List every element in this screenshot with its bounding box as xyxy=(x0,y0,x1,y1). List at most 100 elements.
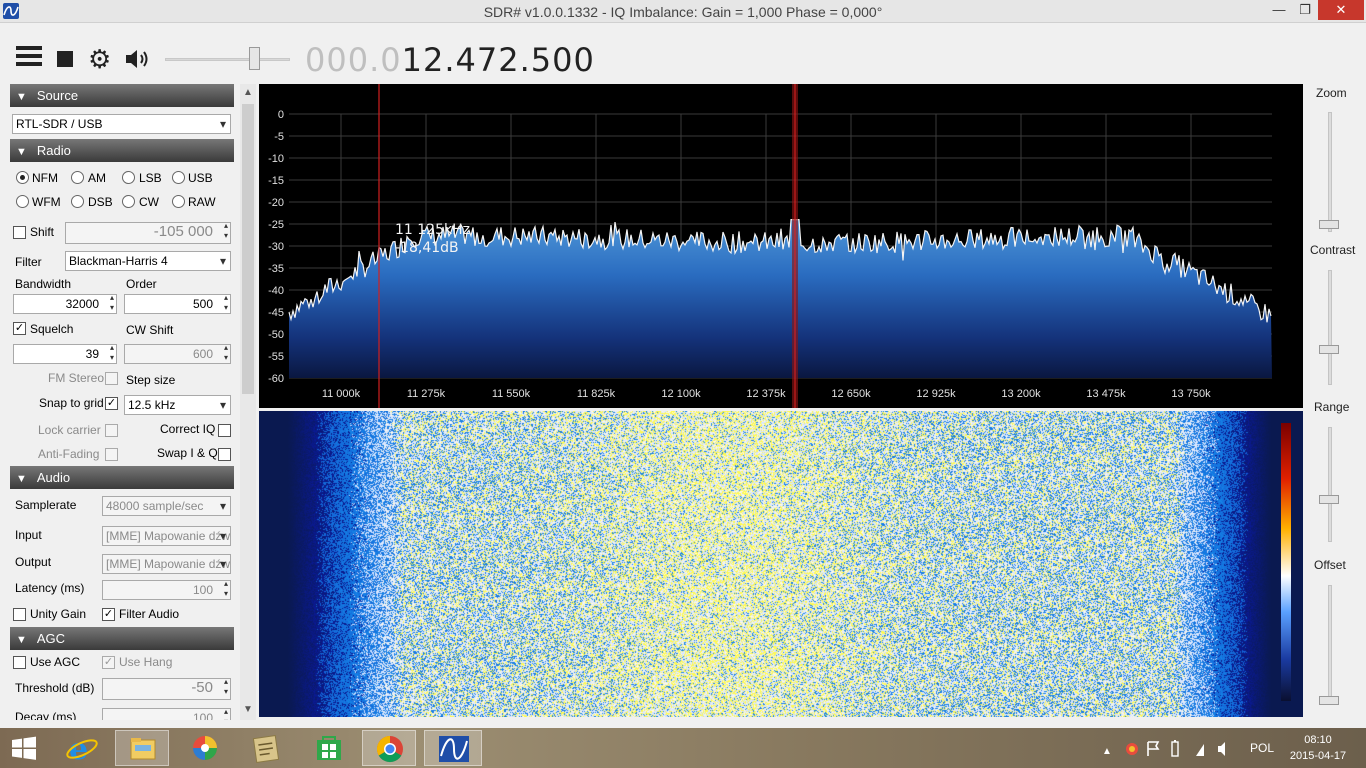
squelch-checkbox[interactable]: ✓ xyxy=(13,322,26,335)
samplerate-label: Samplerate xyxy=(15,498,77,512)
notes-app-icon[interactable] xyxy=(240,730,294,766)
latency-input[interactable]: 100 xyxy=(102,579,231,600)
mode-usb-label[interactable]: USB xyxy=(188,171,213,185)
audio-input-select[interactable]: [MME] Mapowanie dźw xyxy=(102,526,231,546)
control-panel-scrollbar[interactable]: ▲ ▼ xyxy=(240,84,256,720)
windows-start-button[interactable] xyxy=(0,730,54,766)
gear-icon[interactable]: ⚙ xyxy=(88,46,114,72)
mode-am-label[interactable]: AM xyxy=(88,171,106,185)
mode-nfm-radio[interactable] xyxy=(16,171,29,184)
order-input[interactable]: 500 xyxy=(124,293,231,314)
swapiq-checkbox[interactable] xyxy=(218,448,231,461)
x-tick-label: 11 000k xyxy=(322,388,361,400)
mode-raw-label[interactable]: RAW xyxy=(188,195,216,209)
mode-raw-radio[interactable] xyxy=(172,195,185,208)
cwshift-input[interactable]: 600 xyxy=(124,343,231,364)
spectrum-analyzer[interactable]: 0 -5 -10 -15 -20 -25 -30 -35 -40 -45 -50 -55 -60 11 … xyxy=(259,84,1303,408)
scroll-up-icon[interactable]: ▲ xyxy=(240,87,256,98)
range-slider-track[interactable] xyxy=(1328,427,1332,542)
y-tick-label: -15 xyxy=(268,175,284,187)
x-tick-label: 11 550k xyxy=(492,388,531,400)
agc-section-header[interactable]: ▼ AGC xyxy=(10,627,234,650)
source-section-header[interactable]: ▼ Source xyxy=(10,84,234,107)
frequency-dim-digits[interactable]: 000.0 xyxy=(305,41,402,79)
system-tray: ▲ xyxy=(1100,728,1250,768)
input-language-indicator[interactable]: POL xyxy=(1250,741,1274,755)
squelch-input[interactable]: 39 xyxy=(13,343,117,364)
stop-icon[interactable] xyxy=(57,51,73,67)
close-button[interactable]: ✕ xyxy=(1318,0,1364,20)
mode-usb-radio[interactable] xyxy=(172,171,185,184)
bandwidth-label: Bandwidth xyxy=(15,277,72,291)
step-size-select[interactable]: 12.5 kHz xyxy=(124,395,231,415)
decay-input[interactable]: 100 xyxy=(102,707,231,720)
waterfall-display[interactable] xyxy=(259,411,1303,717)
y-tick-label: 0 xyxy=(278,109,284,121)
source-header-label: Source xyxy=(36,88,79,103)
minimize-button[interactable]: — xyxy=(1265,0,1293,20)
chrome-icon[interactable] xyxy=(362,730,416,766)
offset-slider-thumb[interactable] xyxy=(1319,696,1339,705)
mode-wfm-label[interactable]: WFM xyxy=(32,195,61,209)
threshold-input[interactable]: -50 xyxy=(102,677,231,700)
unitygain-checkbox[interactable] xyxy=(13,608,26,621)
file-explorer-icon[interactable] xyxy=(115,730,169,766)
scroll-down-icon[interactable]: ▼ xyxy=(240,704,256,715)
mode-wfm-radio[interactable] xyxy=(16,195,29,208)
usehang-checkbox[interactable]: ✓ xyxy=(102,656,115,669)
mode-lsb-label[interactable]: LSB xyxy=(139,171,162,185)
collapse-triangle-icon: ▼ xyxy=(16,473,27,485)
audio-section-header[interactable]: ▼ Audio xyxy=(10,466,234,489)
title-bar: SDR# v1.0.0.1332 - IQ Imbalance: Gain = … xyxy=(0,0,1366,23)
offset-slider-track[interactable] xyxy=(1328,585,1332,703)
frequency-display[interactable]: 000.012.472.500 xyxy=(305,41,595,79)
mode-lsb-radio[interactable] xyxy=(122,171,135,184)
bandwidth-input[interactable]: 32000 xyxy=(13,293,117,314)
filter-select[interactable]: Blackman-Harris 4 xyxy=(65,251,231,271)
internet-explorer-icon[interactable]: e xyxy=(56,730,110,767)
frequency-digits[interactable]: 12.472.500 xyxy=(402,41,595,79)
radio-section-header[interactable]: ▼ Radio xyxy=(10,139,234,162)
zoom-slider-track[interactable] xyxy=(1328,112,1332,232)
mode-cw-radio[interactable] xyxy=(122,195,135,208)
y-tick-label: -30 xyxy=(268,241,284,253)
lockcarrier-checkbox[interactable] xyxy=(105,424,118,437)
collapse-triangle-icon: ▼ xyxy=(16,634,27,646)
samplerate-select[interactable]: 48000 sample/sec xyxy=(102,496,231,516)
antifading-label: Anti-Fading xyxy=(38,447,100,461)
audio-output-select[interactable]: [MME] Mapowanie dźw xyxy=(102,554,231,574)
range-slider-thumb[interactable] xyxy=(1319,495,1339,504)
shift-checkbox[interactable] xyxy=(13,226,26,239)
spectrum-plot[interactable]: 0 -5 -10 -15 -20 -25 -30 -35 -40 -45 -50 -55 -60 11 … xyxy=(259,84,1303,408)
fmstereo-checkbox[interactable] xyxy=(105,372,118,385)
contrast-slider-track[interactable] xyxy=(1328,270,1332,385)
color-app-icon[interactable] xyxy=(178,730,232,766)
y-tick-label: -60 xyxy=(268,373,284,385)
volume-slider[interactable] xyxy=(165,46,290,72)
menu-icon[interactable] xyxy=(16,46,42,68)
shift-input[interactable]: -105 000 xyxy=(65,221,231,244)
snap-to-grid-checkbox[interactable]: ✓ xyxy=(105,397,118,410)
zoom-slider-thumb[interactable] xyxy=(1319,220,1339,229)
mode-dsb-label[interactable]: DSB xyxy=(88,195,113,209)
scrollbar-thumb[interactable] xyxy=(242,104,254,394)
windows-store-icon[interactable] xyxy=(302,730,356,766)
mode-cw-label[interactable]: CW xyxy=(139,195,159,209)
taskbar-clock[interactable]: 08:10 2015-04-17 xyxy=(1286,732,1350,764)
mode-am-radio[interactable] xyxy=(71,171,84,184)
filteraudio-checkbox[interactable]: ✓ xyxy=(102,608,115,621)
sdrsharp-taskbar-icon[interactable] xyxy=(424,730,482,766)
volume-slider-thumb[interactable] xyxy=(249,47,260,70)
correctiq-checkbox[interactable] xyxy=(218,424,231,437)
range-label: Range xyxy=(1314,400,1350,414)
useagc-checkbox[interactable] xyxy=(13,656,26,669)
contrast-slider-thumb[interactable] xyxy=(1319,345,1339,354)
speaker-icon[interactable] xyxy=(124,47,152,71)
maximize-button[interactable]: ❐ xyxy=(1293,0,1317,20)
radio-header-label: Radio xyxy=(36,143,71,158)
threshold-label: Threshold (dB) xyxy=(15,681,95,695)
mode-dsb-radio[interactable] xyxy=(71,195,84,208)
antifading-checkbox[interactable] xyxy=(105,448,118,461)
source-device-select[interactable]: RTL-SDR / USB xyxy=(12,114,231,134)
mode-nfm-label[interactable]: NFM xyxy=(32,171,58,185)
